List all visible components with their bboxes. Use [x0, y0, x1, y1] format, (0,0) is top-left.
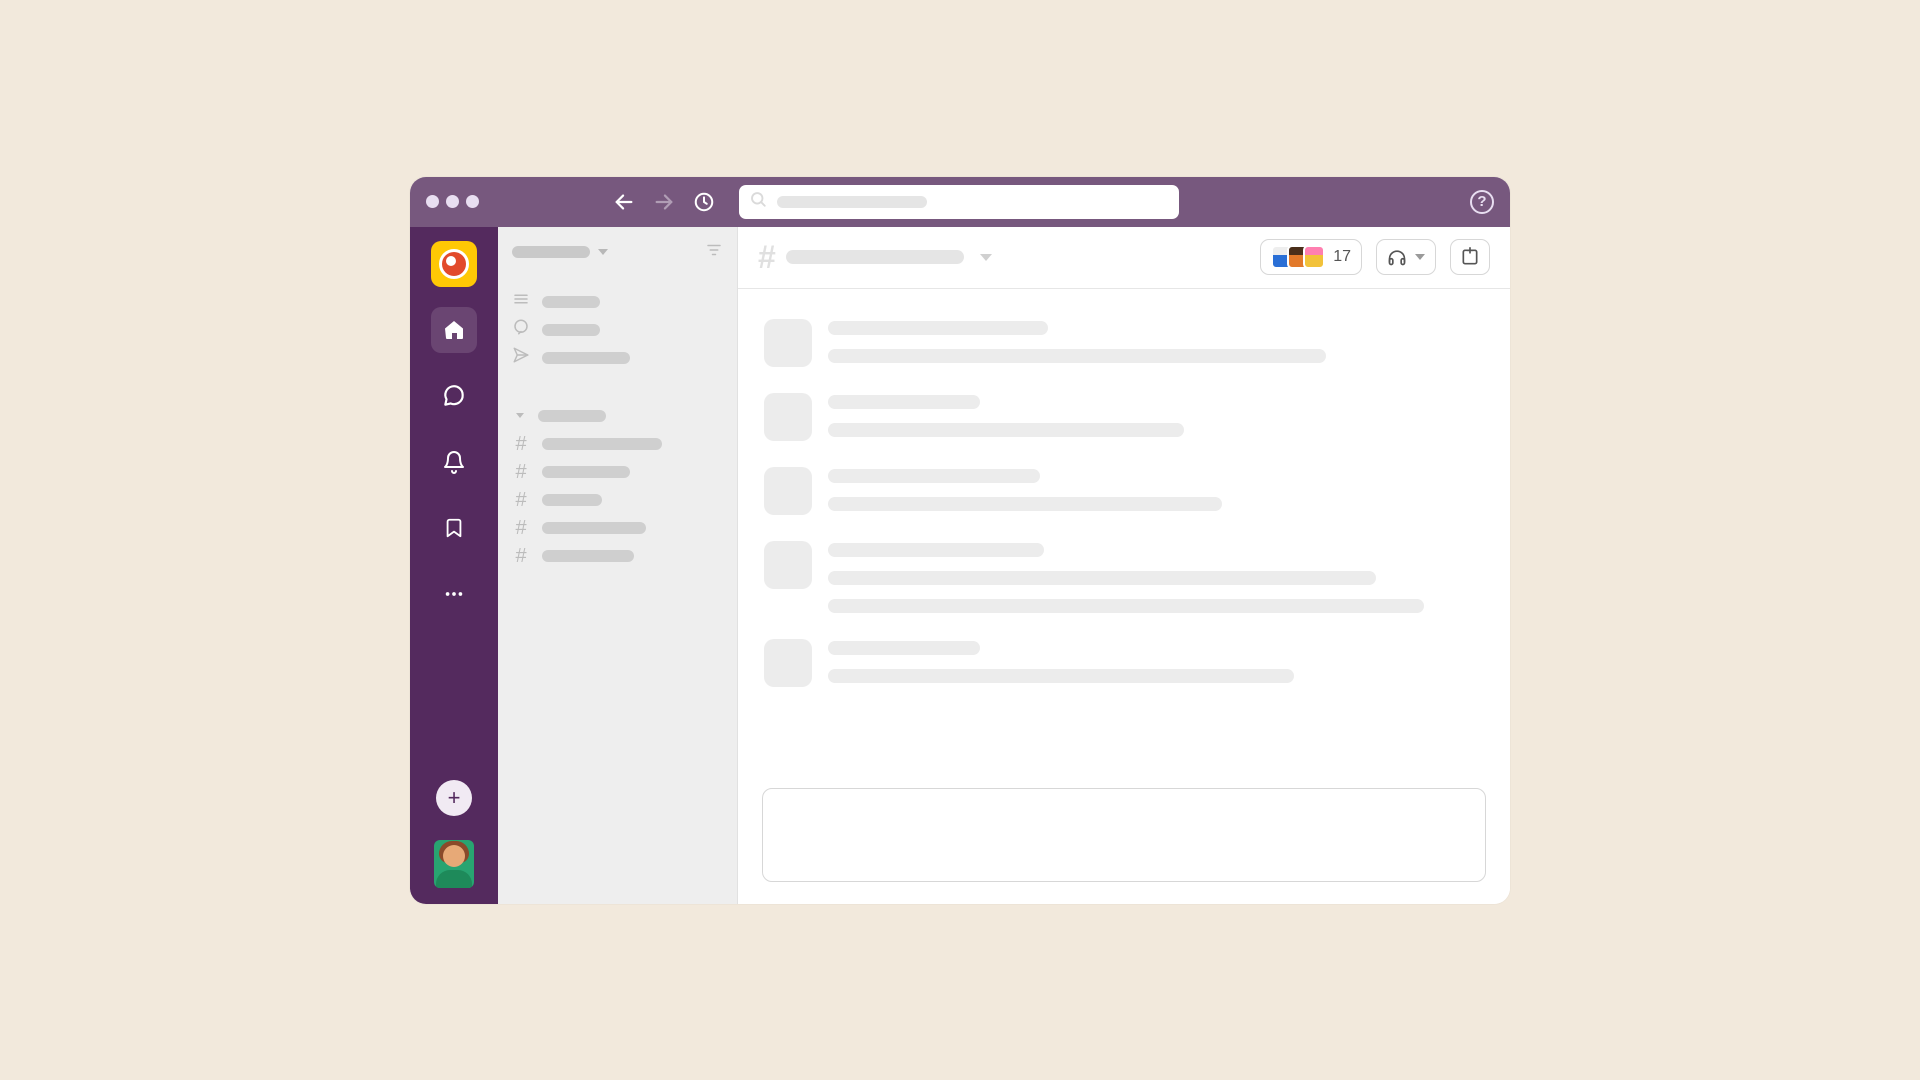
sidebar-item[interactable] — [512, 344, 729, 372]
message-body — [828, 319, 1484, 367]
user-avatar[interactable] — [434, 840, 474, 888]
minimize-window-button[interactable] — [446, 195, 459, 208]
channel-name-menu[interactable]: # — [758, 239, 992, 276]
hash-icon: # — [512, 434, 530, 454]
hash-icon: # — [512, 462, 530, 482]
message-item[interactable] — [764, 541, 1484, 613]
message-item[interactable] — [764, 393, 1484, 441]
back-icon[interactable] — [613, 191, 635, 213]
search-input[interactable] — [739, 185, 1179, 219]
later-button[interactable] — [431, 505, 477, 551]
hash-icon: # — [512, 546, 530, 566]
channel-item[interactable]: # — [512, 486, 729, 514]
chevron-down-icon — [598, 249, 608, 255]
hash-icon: # — [512, 518, 530, 538]
message-composer[interactable] — [762, 788, 1486, 882]
hash-icon: # — [758, 239, 776, 276]
title-bar: ? — [410, 177, 1510, 227]
huddle-button[interactable] — [1376, 239, 1436, 275]
message-avatar — [764, 541, 812, 589]
canvas-button[interactable] — [1450, 239, 1490, 275]
home-button[interactable] — [431, 307, 477, 353]
sidebar-item[interactable] — [512, 316, 729, 344]
message-avatar — [764, 319, 812, 367]
message-item[interactable] — [764, 319, 1484, 367]
filter-icon[interactable] — [705, 241, 723, 264]
channel-item[interactable]: # — [512, 542, 729, 570]
channel-header: # 17 — [738, 227, 1510, 289]
comment-icon — [512, 318, 530, 341]
message-avatar — [764, 639, 812, 687]
chevron-down-icon — [516, 413, 524, 418]
activity-button[interactable] — [431, 439, 477, 485]
dms-button[interactable] — [431, 373, 477, 419]
chevron-down-icon — [1415, 254, 1425, 260]
message-body — [828, 467, 1484, 515]
headphones-icon — [1387, 247, 1407, 267]
create-new-button[interactable]: + — [436, 780, 472, 816]
message-list — [738, 289, 1510, 784]
maximize-window-button[interactable] — [466, 195, 479, 208]
canvas-icon — [1460, 247, 1480, 267]
channel-view: # 17 — [738, 227, 1510, 904]
message-item[interactable] — [764, 639, 1484, 687]
sidebar-item[interactable] — [512, 288, 729, 316]
list-icon — [512, 290, 530, 313]
message-avatar — [764, 393, 812, 441]
message-body — [828, 639, 1484, 687]
message-item[interactable] — [764, 467, 1484, 515]
send-icon — [512, 346, 530, 369]
channel-item[interactable]: # — [512, 514, 729, 542]
help-button[interactable]: ? — [1470, 190, 1494, 214]
channels-section-header[interactable] — [512, 402, 729, 430]
message-avatar — [764, 467, 812, 515]
message-body — [828, 393, 1484, 441]
workspace-name-menu[interactable] — [512, 246, 608, 258]
more-button[interactable] — [431, 571, 477, 617]
app-window: ? + — [410, 177, 1510, 904]
member-avatars — [1271, 245, 1325, 269]
close-window-button[interactable] — [426, 195, 439, 208]
hash-icon: # — [512, 490, 530, 510]
channel-members-button[interactable]: 17 — [1260, 239, 1362, 275]
history-nav — [613, 191, 715, 213]
search-placeholder — [777, 196, 927, 208]
channel-item[interactable]: # — [512, 430, 729, 458]
channel-sidebar: # # # # # — [498, 227, 738, 904]
search-icon — [749, 190, 767, 213]
forward-icon[interactable] — [653, 191, 675, 213]
workspace-switcher[interactable] — [431, 241, 477, 287]
message-body — [828, 541, 1484, 613]
chevron-down-icon — [980, 254, 992, 261]
workspace-logo-icon — [439, 249, 469, 279]
workspace-rail: + — [410, 227, 498, 904]
member-count: 17 — [1333, 248, 1351, 266]
window-controls — [426, 195, 479, 208]
channel-item[interactable]: # — [512, 458, 729, 486]
history-icon[interactable] — [693, 191, 715, 213]
